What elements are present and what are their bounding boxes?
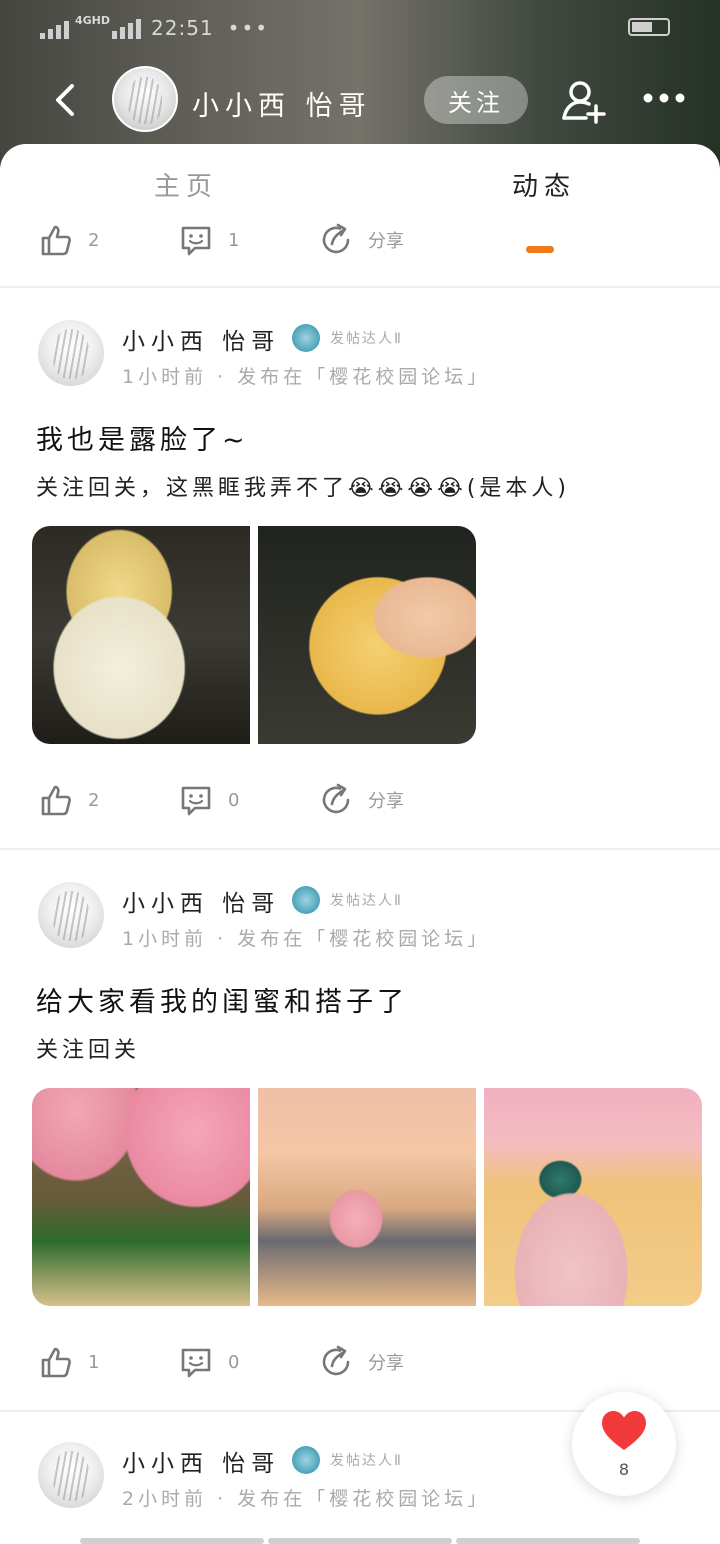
post-card[interactable]: 小小西 怡哥 发帖达人Ⅱ 1小时前 · 发布在「樱花校园论坛」 给大家看我的闺蜜… bbox=[0, 882, 720, 1382]
post-meta[interactable]: 2小时前 · 发布在「樱花校园论坛」 bbox=[122, 1484, 490, 1511]
action-bar: 2 0 分享 bbox=[0, 782, 720, 828]
author-avatar[interactable] bbox=[38, 1442, 104, 1508]
back-icon[interactable] bbox=[48, 82, 84, 118]
follow-button[interactable]: 关注 bbox=[424, 76, 528, 124]
comment-count: 0 bbox=[228, 1351, 240, 1373]
post-photo[interactable] bbox=[258, 526, 476, 744]
post-card[interactable]: 小小西 怡哥 发帖达人Ⅱ 1小时前 · 发布在「樱花校园论坛」 我也是露脸了~ … bbox=[0, 320, 720, 820]
comment-icon bbox=[181, 226, 211, 256]
clock: 22:51 bbox=[151, 16, 214, 40]
like-button[interactable]: 2 bbox=[38, 782, 99, 818]
post-title: 我也是露脸了~ bbox=[36, 425, 249, 456]
profile-nav: 小小西 怡哥 关注 bbox=[0, 64, 720, 136]
floating-like-button[interactable]: 8 bbox=[572, 1392, 676, 1496]
divider bbox=[0, 286, 720, 288]
action-bar: 1 0 分享 bbox=[0, 1344, 720, 1390]
badge-icon bbox=[292, 324, 320, 352]
thumbs-up-icon bbox=[41, 1347, 71, 1378]
comment-button[interactable]: 0 bbox=[178, 782, 239, 818]
share-icon bbox=[322, 223, 350, 254]
post-meta[interactable]: 1小时前 · 发布在「樱花校园论坛」 bbox=[122, 362, 490, 389]
share-button[interactable]: 分享 bbox=[318, 1344, 404, 1380]
badge-icon bbox=[292, 886, 320, 914]
share-label: 分享 bbox=[368, 791, 404, 812]
more-icon[interactable] bbox=[642, 92, 686, 104]
share-label: 分享 bbox=[368, 1353, 404, 1374]
tab-feed[interactable]: 动态 bbox=[512, 166, 576, 203]
post-body: 关注回关 bbox=[36, 1038, 141, 1063]
action-bar: 2 1 分享 bbox=[0, 222, 720, 268]
photo-grid bbox=[32, 526, 476, 744]
tab-home[interactable]: 主页 bbox=[154, 166, 218, 203]
author-avatar[interactable] bbox=[38, 320, 104, 386]
author-name[interactable]: 小小西 怡哥 bbox=[122, 1444, 280, 1478]
heart-icon bbox=[602, 1411, 646, 1450]
content-sheet: 主页 动态 2 1 分享 小小西 怡哥 发帖达人Ⅱ 1小时前 · 发布在「樱花校… bbox=[0, 144, 720, 1544]
post-body: 关注回关，这黑眶我弄不了😭😭😭😭(是本人) bbox=[36, 476, 570, 501]
badge-icon bbox=[292, 1446, 320, 1474]
signal-icon-2 bbox=[112, 17, 142, 39]
comment-icon bbox=[181, 1348, 211, 1378]
share-label: 分享 bbox=[368, 231, 404, 252]
profile-name: 小小西 怡哥 bbox=[192, 91, 372, 122]
signal-icon bbox=[40, 17, 69, 39]
share-button[interactable]: 分享 bbox=[318, 222, 404, 258]
post-photo[interactable] bbox=[32, 526, 250, 744]
network-type: 4GHD bbox=[75, 13, 111, 27]
thumbs-up-icon bbox=[41, 225, 71, 256]
battery-icon bbox=[628, 18, 670, 36]
post-meta[interactable]: 1小时前 · 发布在「樱花校园论坛」 bbox=[122, 924, 490, 951]
comment-button[interactable]: 0 bbox=[178, 1344, 239, 1380]
like-count: 1 bbox=[88, 1351, 100, 1373]
post-photo[interactable] bbox=[258, 1088, 476, 1306]
post-photo[interactable] bbox=[32, 1088, 250, 1306]
like-count: 2 bbox=[88, 229, 100, 251]
share-icon bbox=[322, 1345, 350, 1376]
post-photo[interactable] bbox=[484, 1088, 702, 1306]
like-button[interactable]: 2 bbox=[38, 222, 99, 258]
comment-icon bbox=[181, 786, 211, 816]
thumbs-up-icon bbox=[41, 785, 71, 816]
floating-like-count: 8 bbox=[618, 1460, 630, 1479]
like-count: 2 bbox=[88, 789, 100, 811]
author-badge: 发帖达人Ⅱ bbox=[330, 1453, 403, 1469]
photo-grid bbox=[32, 1088, 702, 1306]
author-badge: 发帖达人Ⅱ bbox=[330, 331, 403, 347]
status-bar: 4GHD 22:51 ••• bbox=[40, 10, 680, 46]
comment-count: 0 bbox=[228, 789, 240, 811]
author-avatar[interactable] bbox=[38, 882, 104, 948]
profile-avatar[interactable] bbox=[112, 66, 178, 132]
notification-dots-icon: ••• bbox=[227, 16, 270, 40]
next-post-preview bbox=[80, 1538, 640, 1544]
divider bbox=[0, 848, 720, 850]
add-friend-icon[interactable] bbox=[560, 78, 606, 124]
comment-button[interactable]: 1 bbox=[178, 222, 239, 258]
author-name[interactable]: 小小西 怡哥 bbox=[122, 322, 280, 356]
comment-count: 1 bbox=[228, 229, 240, 251]
author-name[interactable]: 小小西 怡哥 bbox=[122, 884, 280, 918]
share-icon bbox=[322, 783, 350, 814]
share-button[interactable]: 分享 bbox=[318, 782, 404, 818]
like-button[interactable]: 1 bbox=[38, 1344, 99, 1380]
post-title: 给大家看我的闺蜜和搭子了 bbox=[36, 987, 408, 1018]
author-badge: 发帖达人Ⅱ bbox=[330, 893, 403, 909]
